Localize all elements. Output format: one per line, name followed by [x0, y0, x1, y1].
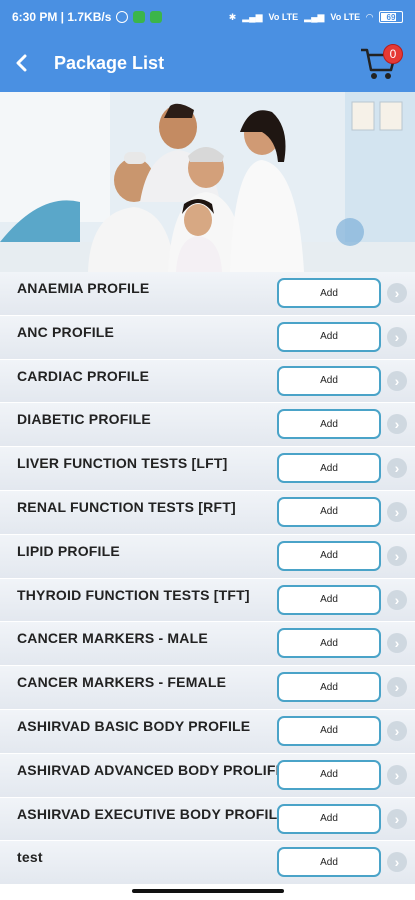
- package-name: ASHIRVAD BASIC BODY PROFILE: [17, 717, 251, 734]
- package-name: DIABETIC PROFILE: [17, 411, 151, 428]
- list-item[interactable]: ASHIRVAD ADVANCED BODY PROLIFE Add ›: [0, 753, 415, 798]
- cart-count-badge: 0: [383, 44, 403, 64]
- add-button[interactable]: Add: [277, 278, 381, 308]
- chevron-right-icon[interactable]: ›: [387, 852, 407, 873]
- back-arrow-icon[interactable]: [0, 34, 44, 92]
- list-item[interactable]: THYROID FUNCTION TESTS [TFT] Add ›: [0, 578, 415, 623]
- package-name: RENAL FUNCTION TESTS [RFT]: [17, 498, 236, 515]
- package-name: THYROID FUNCTION TESTS [TFT]: [17, 586, 250, 603]
- app-bar: Package List 0: [0, 34, 415, 92]
- list-item[interactable]: LIVER FUNCTION TESTS [LFT] Add ›: [0, 447, 415, 491]
- add-button[interactable]: Add: [277, 672, 381, 703]
- status-bar: 6:30 PM | 1.7KB/s ✱ ▂▄▆ Vo LTE ▂▄▆ Vo LT…: [0, 0, 415, 34]
- add-button[interactable]: Add: [277, 803, 381, 834]
- bluetooth-icon: ✱: [228, 11, 237, 22]
- list-item[interactable]: ANAEMIA PROFILE Add ›: [0, 272, 415, 316]
- package-name: LIPID PROFILE: [17, 542, 120, 559]
- wifi-icon: ◠: [366, 11, 373, 22]
- package-name: test: [17, 849, 43, 866]
- package-list: ANAEMIA PROFILE Add › ANC PROFILE Add › …: [0, 272, 415, 886]
- battery-icon: 69: [379, 11, 403, 23]
- chevron-right-icon[interactable]: ›: [387, 720, 407, 741]
- add-button[interactable]: Add: [277, 715, 381, 746]
- chevron-right-icon[interactable]: ›: [387, 326, 407, 347]
- app-notification-icon: [133, 11, 146, 23]
- package-name: ANC PROFILE: [17, 323, 115, 340]
- list-item[interactable]: CANCER MARKERS - FEMALE Add ›: [0, 666, 415, 710]
- cart-button[interactable]: 0: [359, 42, 403, 82]
- volte-label-1: Vo LTE: [268, 12, 299, 22]
- add-button[interactable]: Add: [277, 409, 381, 440]
- list-item[interactable]: ASHIRVAD EXECUTIVE BODY PROFILE Add ›: [0, 797, 415, 842]
- add-button[interactable]: Add: [277, 365, 381, 396]
- package-name: CARDIAC PROFILE: [17, 367, 150, 384]
- home-indicator[interactable]: [132, 889, 284, 893]
- chevron-right-icon[interactable]: ›: [387, 808, 407, 829]
- list-item[interactable]: CARDIAC PROFILE Add ›: [0, 359, 415, 404]
- chevron-right-icon[interactable]: ›: [387, 545, 407, 566]
- list-item[interactable]: CANCER MARKERS - MALE Add ›: [0, 622, 415, 667]
- package-name: CANCER MARKERS - MALE: [17, 630, 208, 647]
- chevron-right-icon[interactable]: ›: [387, 764, 407, 785]
- page-title: Package List: [54, 52, 165, 73]
- chevron-right-icon[interactable]: ›: [387, 633, 407, 654]
- package-name: ASHIRVAD EXECUTIVE BODY PROFILE: [17, 805, 279, 822]
- list-item[interactable]: ASHIRVAD BASIC BODY PROFILE Add ›: [0, 709, 415, 754]
- list-item[interactable]: test Add ›: [0, 841, 415, 886]
- package-name: CANCER MARKERS - FEMALE: [17, 674, 227, 691]
- signal-icon-2: ▂▄▆: [304, 11, 325, 22]
- chevron-right-icon[interactable]: ›: [387, 501, 407, 522]
- app-notification-icon-2: [150, 11, 163, 23]
- banner-family-photo: [0, 92, 415, 272]
- add-button[interactable]: Add: [277, 453, 381, 484]
- add-button[interactable]: Add: [277, 496, 381, 527]
- package-name: ASHIRVAD ADVANCED BODY PROLIFE: [17, 761, 279, 778]
- list-item[interactable]: LIPID PROFILE Add ›: [0, 534, 415, 579]
- chevron-right-icon[interactable]: ›: [387, 589, 407, 610]
- package-name: ANAEMIA PROFILE: [17, 280, 150, 296]
- chevron-right-icon[interactable]: ›: [387, 414, 407, 435]
- chevron-right-icon[interactable]: ›: [387, 677, 407, 698]
- signal-icon: ▂▄▆: [242, 11, 263, 22]
- list-item[interactable]: RENAL FUNCTION TESTS [RFT] Add ›: [0, 490, 415, 535]
- volte-label-2: Vo LTE: [330, 12, 361, 22]
- add-button[interactable]: Add: [277, 540, 381, 571]
- list-item[interactable]: ANC PROFILE Add ›: [0, 315, 415, 360]
- add-button[interactable]: Add: [277, 321, 381, 352]
- status-time: 6:30 PM | 1.7KB/s: [12, 10, 112, 24]
- add-button[interactable]: Add: [277, 759, 381, 790]
- sync-icon: [116, 11, 129, 23]
- chevron-right-icon[interactable]: ›: [387, 283, 407, 303]
- chevron-right-icon[interactable]: ›: [387, 370, 407, 391]
- list-item[interactable]: DIABETIC PROFILE Add ›: [0, 403, 415, 448]
- add-button[interactable]: Add: [277, 628, 381, 659]
- package-name: LIVER FUNCTION TESTS [LFT]: [17, 455, 228, 472]
- add-button[interactable]: Add: [277, 584, 381, 615]
- add-button[interactable]: Add: [277, 847, 381, 878]
- chevron-right-icon[interactable]: ›: [387, 458, 407, 479]
